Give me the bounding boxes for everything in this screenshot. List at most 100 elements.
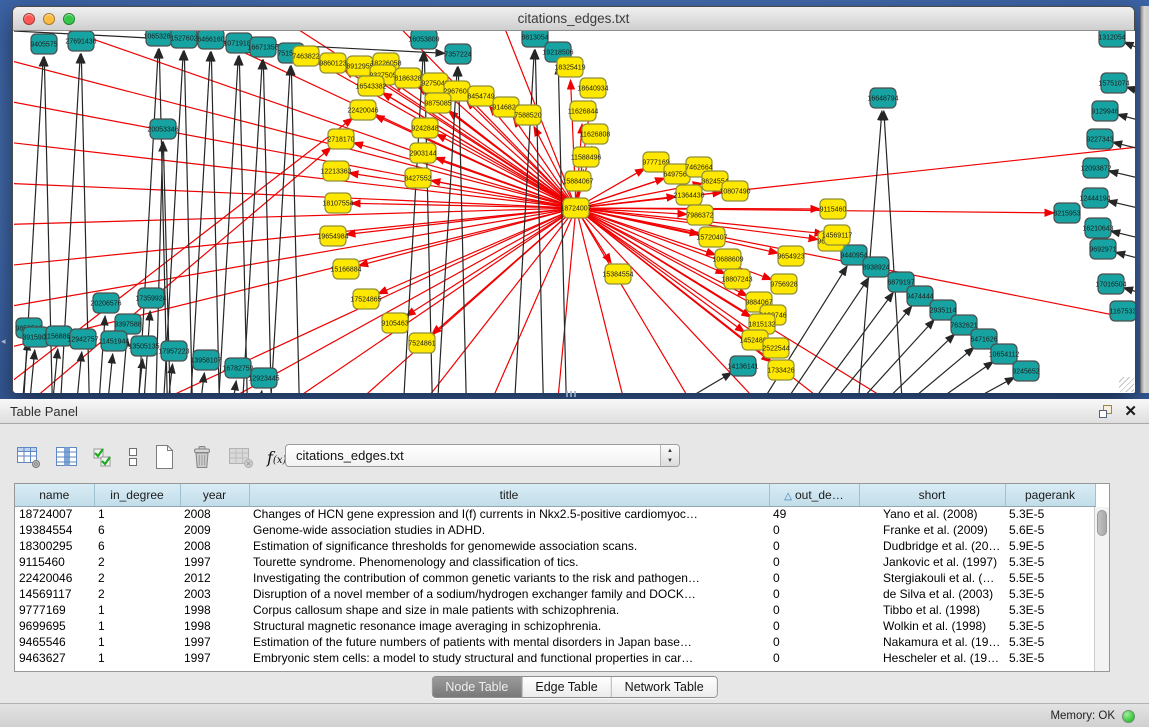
table-cell-pagerank[interactable]: 5.3E-5 (1005, 618, 1095, 634)
graph-edge[interactable] (394, 208, 576, 393)
graph-edge[interactable] (184, 51, 193, 393)
table-row[interactable]: 977716911998Corpus callosum shape and si… (15, 602, 1095, 618)
table-cell-year[interactable]: 2009 (180, 522, 249, 538)
table-cell-out_degree[interactable]: 0 (769, 570, 859, 586)
table-cell-year[interactable]: 2008 (180, 538, 249, 554)
table-cell-pagerank[interactable]: 5.3E-5 (1005, 586, 1095, 602)
function-builder-button[interactable]: f(x) (267, 443, 286, 471)
graph-node[interactable]: 1733426 (767, 360, 794, 380)
graph-edge[interactable] (105, 354, 113, 393)
graph-node[interactable]: 8454749 (467, 86, 494, 106)
graph-node[interactable]: 1527602 (170, 31, 197, 48)
table-row[interactable]: 946362711997Embryonic stem cells: a mode… (15, 650, 1095, 666)
graph-edge[interactable] (189, 52, 210, 393)
graph-edge[interactable] (894, 361, 993, 393)
window-resize-grip[interactable] (1119, 377, 1134, 392)
graph-node[interactable]: 17957223 (158, 341, 189, 361)
graph-node[interactable]: 10654112 (989, 344, 1020, 364)
graph-node[interactable]: 13958107 (190, 350, 221, 370)
table-cell-pagerank[interactable]: 5.3E-5 (1005, 634, 1095, 650)
graph-node[interactable]: 9105463 (381, 313, 408, 333)
graph-edge[interactable] (211, 52, 220, 393)
table-cell-title[interactable]: Corpus callosum shape and size in male p… (249, 602, 769, 618)
graph-node[interactable]: 15166884 (330, 259, 361, 279)
panel-divider-handle[interactable] (566, 391, 578, 397)
table-cell-year[interactable]: 1997 (180, 650, 249, 666)
close-panel-icon[interactable]: ✕ (1124, 401, 1137, 422)
graph-edge[interactable] (1126, 87, 1135, 99)
graph-node[interactable]: 12942757 (67, 329, 98, 349)
graph-node[interactable]: 14569117 (822, 225, 853, 245)
table-cell-year[interactable]: 2012 (180, 570, 249, 586)
tab-network-table[interactable]: Network Table (612, 677, 717, 697)
graph-node[interactable]: 8813054 (521, 31, 548, 47)
tab-node-table[interactable]: Node Table (432, 677, 522, 697)
float-panel-icon[interactable] (1098, 404, 1113, 419)
graph-node[interactable]: 16648794 (867, 88, 898, 108)
table-cell-title[interactable]: Embryonic stem cells: a model to study s… (249, 650, 769, 666)
graph-node[interactable]: 12923445 (248, 368, 279, 388)
table-cell-title[interactable]: Tourette syndrome. Phenomenology and cla… (249, 554, 769, 570)
graph-node[interactable]: 16053809 (408, 31, 439, 49)
graph-edge[interactable] (229, 381, 236, 393)
table-cell-title[interactable]: Genome-wide association studies in ADHD. (249, 522, 769, 538)
table-cell-name[interactable]: 14569117 (15, 586, 94, 602)
graph-node[interactable]: 16671358 (247, 37, 278, 57)
graph-edge[interactable] (263, 60, 272, 393)
graph-node[interactable]: 2903144 (409, 143, 436, 163)
graph-node[interactable]: 20053346 (147, 119, 178, 139)
graph-edge[interactable] (217, 56, 238, 393)
graph-edge[interactable] (1124, 42, 1135, 59)
table-cell-short[interactable]: Tibbo et al. (1998) (859, 602, 1005, 618)
graph-edge[interactable] (576, 208, 634, 393)
table-cell-short[interactable]: Dudbridge et al. (2008) (859, 538, 1005, 554)
graph-node[interactable]: 12444194 (1079, 188, 1110, 208)
graph-node[interactable]: 17524865 (350, 289, 381, 309)
graph-node[interactable]: 8215953 (1053, 203, 1080, 223)
table-cell-title[interactable]: Investigating the contribution of common… (249, 570, 769, 586)
table-cell-in_degree[interactable]: 2 (94, 570, 180, 586)
graph-node[interactable]: 7463822 (292, 46, 319, 66)
table-cell-name[interactable]: 22420046 (15, 570, 94, 586)
column-header-out_degree[interactable]: △out_de… (769, 484, 859, 506)
graph-node[interactable]: 2718170 (327, 129, 354, 149)
table-cell-in_degree[interactable]: 1 (94, 506, 180, 522)
table-cell-pagerank[interactable]: 5.3E-5 (1005, 602, 1095, 618)
graph-node[interactable]: 1312054 (1098, 31, 1125, 47)
table-cell-year[interactable]: 2008 (180, 506, 249, 522)
graph-node[interactable]: 18640934 (577, 78, 608, 98)
table-settings-button[interactable] (16, 443, 42, 471)
graph-node[interactable]: 8938924 (862, 257, 889, 277)
table-cell-out_degree[interactable]: 0 (769, 602, 859, 618)
graph-edge[interactable] (458, 67, 467, 393)
graph-edge[interactable] (1123, 288, 1135, 300)
graph-edge[interactable] (884, 111, 904, 393)
table-cell-year[interactable]: 1997 (180, 554, 249, 570)
graph-node[interactable]: 17359924 (135, 288, 166, 308)
graph-edge[interactable] (375, 115, 576, 208)
table-cell-name[interactable]: 18300295 (15, 538, 94, 554)
table-row[interactable]: 1938455462009Genome-wide association stu… (15, 522, 1095, 538)
graph-edge[interactable] (291, 66, 300, 393)
graph-node[interactable]: 7357224 (444, 44, 471, 64)
graph-node[interactable]: 15720407 (696, 227, 727, 247)
table-cell-name[interactable]: 19384554 (15, 522, 94, 538)
graph-node-hub[interactable]: 18724007 (560, 198, 591, 218)
table-cell-name[interactable]: 9777169 (15, 602, 94, 618)
table-cell-name[interactable]: 9699695 (15, 618, 94, 634)
table-cell-pagerank[interactable]: 5.3E-5 (1005, 554, 1095, 570)
table-cell-name[interactable]: 9463627 (15, 650, 94, 666)
graph-node[interactable]: 8427552 (404, 168, 431, 188)
table-row[interactable]: 2242004622012Investigating the contribut… (15, 570, 1095, 586)
graph-node[interactable]: 9129946 (1091, 101, 1118, 121)
table-cell-short[interactable]: Yano et al. (2008) (859, 506, 1005, 522)
table-cell-pagerank[interactable]: 5.5E-5 (1005, 570, 1095, 586)
graph-node[interactable]: 9242848 (411, 118, 438, 138)
graph-node[interactable]: 21364436 (673, 185, 704, 205)
graph-node[interactable]: 12093872 (1080, 158, 1111, 178)
column-header-pagerank[interactable]: pagerank (1005, 484, 1095, 506)
column-header-name[interactable]: name (15, 484, 94, 506)
table-cell-year[interactable]: 2003 (180, 586, 249, 602)
tab-edge-table[interactable]: Edge Table (522, 677, 611, 697)
table-cell-title[interactable]: Estimation of significance thresholds fo… (249, 538, 769, 554)
